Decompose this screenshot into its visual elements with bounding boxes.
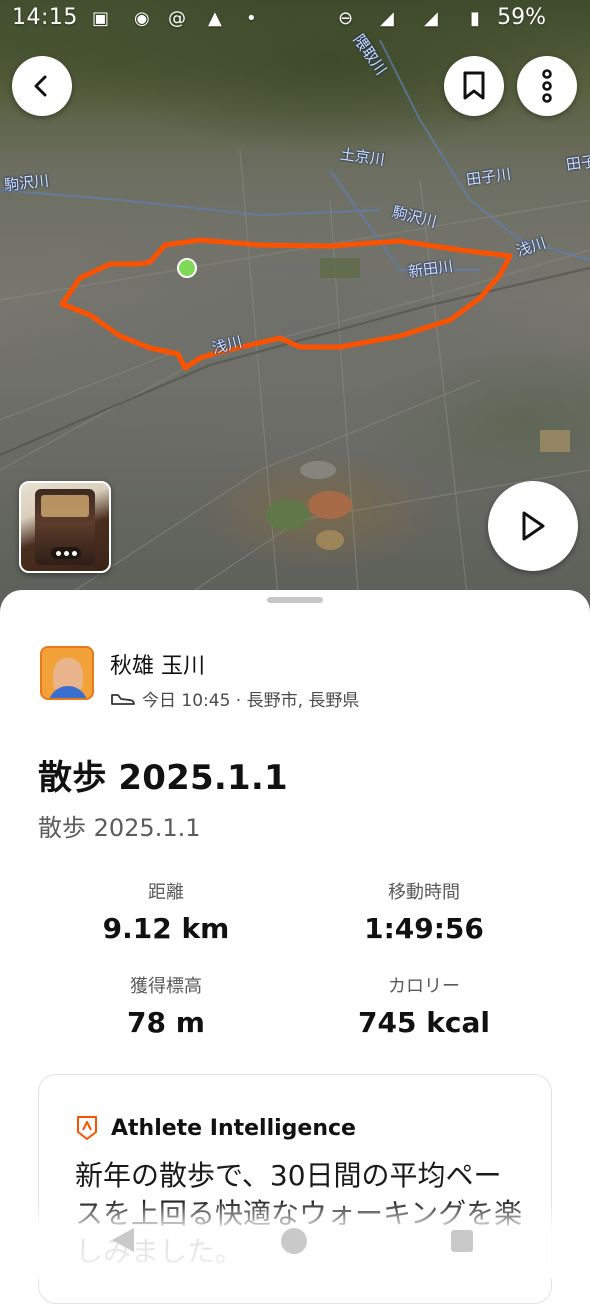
nav-back-icon[interactable] [112, 1228, 134, 1252]
stat-calories: カロリー 745 kcal [304, 972, 544, 1039]
stat-value: 78 m [127, 1006, 205, 1039]
battery-level: 59% [497, 5, 546, 30]
photo-pager-dots [51, 547, 81, 559]
more-vertical-icon [542, 69, 552, 103]
stat-value: 745 kcal [358, 1006, 490, 1039]
start-marker [177, 258, 197, 278]
stat-label: 移動時間 [388, 882, 460, 903]
stat-label: 獲得標高 [130, 976, 202, 997]
bookmark-icon [463, 71, 485, 100]
nav-home-icon[interactable] [281, 1228, 307, 1254]
stat-value: 1:49:56 [364, 912, 484, 945]
photo-thumbnail[interactable] [19, 481, 111, 573]
wifi-icon: ◢ [380, 8, 394, 29]
athlete-name[interactable]: 秋雄 玉川 [110, 648, 205, 680]
status-bar: 14:15 ▣ ◉ @ ▲ • ⊖ ◢ ◢ ▮ 59% [0, 0, 590, 36]
threads-icon: @ [168, 8, 186, 29]
nav-recents-icon[interactable] [451, 1230, 473, 1252]
activity-sheet: 秋雄 玉川 今日 10:45 · 長野市, 長野県 散歩 2025.1.1 散歩… [0, 590, 590, 1304]
play-flyover-button[interactable] [488, 481, 578, 571]
ai-title: Athlete Intelligence [111, 1115, 356, 1141]
avatar[interactable] [40, 646, 94, 700]
photo-label-area [41, 495, 89, 517]
activity-meta: 今日 10:45 · 長野市, 長野県 [110, 686, 359, 711]
chevron-left-icon [34, 75, 47, 97]
warning-icon: ▲ [208, 8, 222, 29]
dnd-icon: ⊖ [338, 8, 354, 29]
stat-moving-time: 移動時間 1:49:56 [304, 878, 544, 945]
play-icon [522, 511, 545, 541]
status-time: 14:15 [12, 5, 78, 30]
signal-icon: ◢ [424, 8, 438, 29]
stat-elevation: 獲得標高 78 m [46, 972, 286, 1039]
activity-meta-text: 今日 10:45 · 長野市, 長野県 [142, 691, 360, 711]
shoe-icon [111, 693, 135, 705]
stat-label: カロリー [388, 976, 460, 997]
stat-value: 9.12 km [102, 912, 230, 945]
drag-handle[interactable] [267, 597, 323, 603]
athlete-intelligence-icon [77, 1116, 97, 1140]
ai-header: Athlete Intelligence [75, 1115, 356, 1141]
map-label: 田子 [564, 151, 590, 174]
battery-icon: ▮ [470, 8, 480, 29]
back-button[interactable] [12, 56, 72, 116]
more-options-button[interactable] [517, 56, 577, 116]
bookmark-button[interactable] [444, 56, 504, 116]
dot-icon: • [246, 8, 257, 29]
stat-distance: 距離 9.12 km [46, 878, 286, 945]
system-nav-bar [0, 1200, 590, 1279]
app-icon: ◉ [134, 8, 150, 29]
stat-label: 距離 [148, 882, 184, 903]
activity-title: 散歩 2025.1.1 [38, 758, 288, 798]
activity-description: 散歩 2025.1.1 [38, 814, 201, 842]
notification-icon: ▣ [92, 8, 110, 29]
